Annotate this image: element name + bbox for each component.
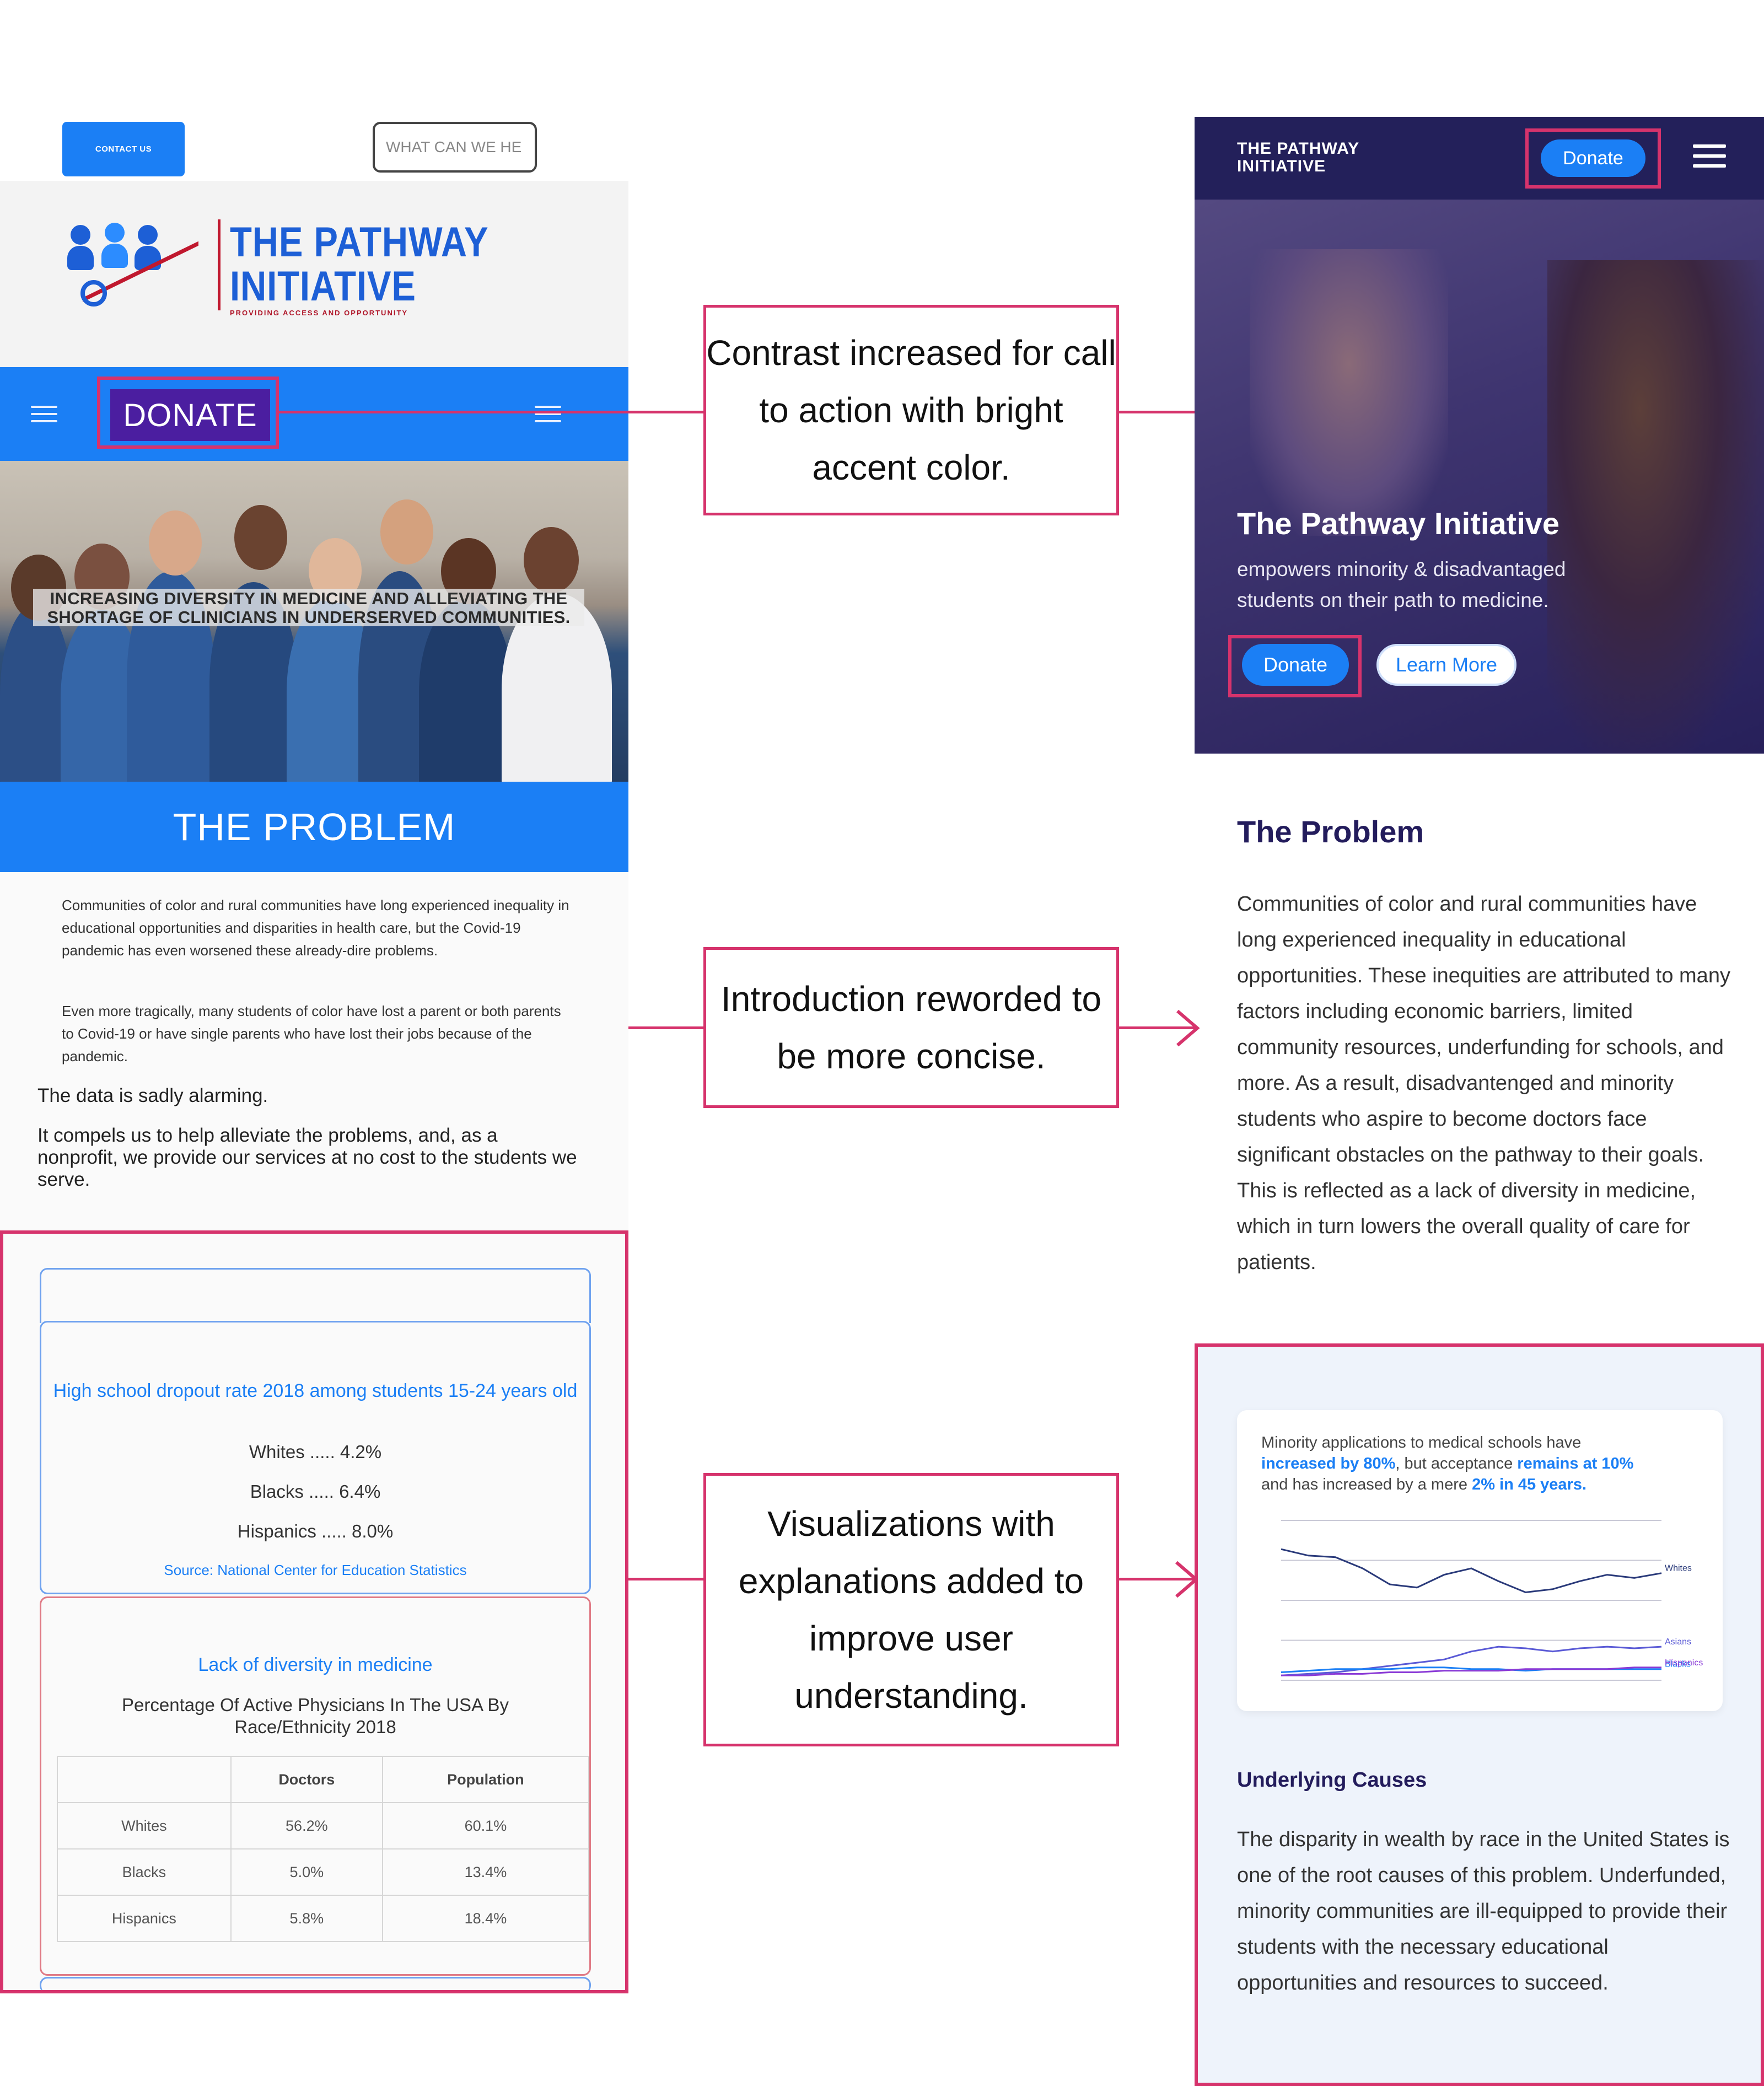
- highlight-donate-old: [97, 377, 279, 449]
- intro-paragraph-1: Communities of color and rural communiti…: [62, 897, 569, 959]
- arrow-right-icon: [1176, 1009, 1200, 1047]
- callout-contrast: Contrast increased for call to action wi…: [703, 305, 1119, 515]
- intro-paragraph-3: The data is sadly alarming.: [37, 1085, 268, 1106]
- highlight-left-visualizations: [0, 1230, 628, 1993]
- connector-line: [628, 1026, 703, 1029]
- highlight-donate-header: [1525, 128, 1661, 189]
- problem-heading-new: The Problem: [1237, 814, 1424, 849]
- contact-us-button[interactable]: CONTACT US: [62, 122, 185, 176]
- intro-paragraph-4: It compels us to help alleviate the prob…: [37, 1125, 577, 1190]
- callout-visualizations: Visualizations with explanations added t…: [703, 1473, 1119, 1746]
- left-intro: Communities of color and rural communiti…: [0, 872, 628, 1230]
- highlight-donate-hero: [1228, 635, 1362, 697]
- intro-paragraph-2: Even more tragically, many students of c…: [62, 1003, 561, 1064]
- hero-title-new: The Pathway Initiative: [1237, 506, 1560, 541]
- hero-caption: INCREASING DIVERSITY IN MEDICINE AND ALL…: [33, 589, 584, 627]
- menu-icon-new[interactable]: [1693, 144, 1726, 173]
- callout-intro: Introduction reworded to be more concise…: [703, 947, 1119, 1108]
- menu-icon-right[interactable]: [535, 406, 561, 427]
- logo-divider: [218, 219, 220, 310]
- what-can-we-help-button[interactable]: WHAT CAN WE HE: [373, 122, 537, 173]
- causes-body: The disparity in wealth by race in the U…: [1237, 1828, 1730, 1994]
- menu-icon[interactable]: [31, 406, 57, 427]
- hero-subtitle-new: empowers minority & disadvantaged studen…: [1237, 558, 1566, 611]
- logo-new[interactable]: THE PATHWAY INITIATIVE: [1237, 140, 1359, 175]
- left-navbar: [0, 367, 628, 461]
- problem-body-new: Communities of color and rural communiti…: [1237, 893, 1730, 1274]
- connector-line: [628, 1578, 703, 1580]
- causes-heading: Underlying Causes: [1237, 1768, 1427, 1792]
- logo-tagline: PROVIDING ACCESS AND OPPORTUNITY: [230, 309, 408, 317]
- logo-mark: [61, 201, 215, 313]
- logo-title: THE PATHWAY INITIATIVE: [230, 219, 489, 310]
- connector-line: [279, 411, 703, 413]
- learn-more-button[interactable]: Learn More: [1376, 644, 1516, 686]
- problem-heading-old: THE PROBLEM: [0, 782, 628, 872]
